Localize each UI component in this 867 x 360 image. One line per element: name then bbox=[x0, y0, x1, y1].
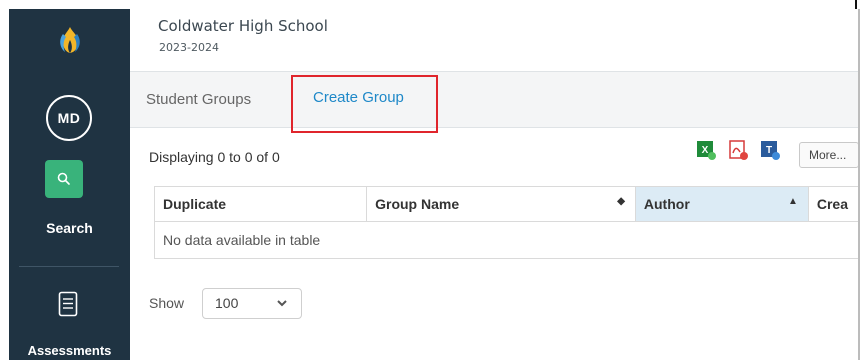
avatar-initials: MD bbox=[57, 110, 81, 126]
sort-asc-icon: ▲ bbox=[787, 196, 798, 207]
sort-both-icon: ◆ bbox=[617, 196, 625, 207]
column-duplicate-label: Duplicate bbox=[163, 196, 227, 212]
table-row: No data available in table bbox=[154, 221, 859, 259]
column-group-name-label: Group Name bbox=[375, 196, 460, 212]
window-edge bbox=[858, 9, 860, 360]
column-created[interactable]: Crea bbox=[807, 186, 860, 222]
search-icon bbox=[57, 172, 70, 185]
school-name: Coldwater High School bbox=[158, 17, 328, 35]
excel-icon[interactable]: X bbox=[695, 139, 717, 161]
display-count: Displaying 0 to 0 of 0 bbox=[149, 149, 280, 165]
column-group-name[interactable]: Group Name ◆ bbox=[366, 186, 636, 222]
pdf-icon[interactable] bbox=[727, 139, 749, 161]
user-avatar[interactable]: MD bbox=[46, 95, 92, 141]
tab-bar: Student Groups Create Group bbox=[130, 72, 858, 128]
export-icons: X T bbox=[695, 139, 781, 161]
school-year: 2023-2024 bbox=[159, 41, 219, 54]
table-header-row: Duplicate Group Name ◆ Author ▲ Crea bbox=[153, 186, 860, 222]
column-author[interactable]: Author ▲ bbox=[634, 186, 809, 222]
show-label: Show bbox=[149, 295, 185, 311]
sidebar: MD Search Assessments bbox=[9, 9, 130, 360]
groups-table: Duplicate Group Name ◆ Author ▲ Crea No da… bbox=[153, 186, 860, 259]
empty-table-message: No data available in table bbox=[154, 221, 859, 259]
column-duplicate[interactable]: Duplicate bbox=[153, 186, 368, 222]
chevron-down-icon bbox=[277, 300, 287, 307]
tab-student-groups[interactable]: Student Groups bbox=[146, 91, 251, 108]
sidebar-item-assessments-label[interactable]: Assessments bbox=[9, 343, 130, 358]
highlight-box bbox=[291, 75, 438, 133]
search-nav-button[interactable] bbox=[45, 160, 83, 198]
svg-text:T: T bbox=[766, 145, 772, 156]
window-edge-tick bbox=[855, 0, 857, 9]
page-size-select[interactable]: 100 bbox=[202, 288, 302, 319]
document-icon[interactable] bbox=[58, 291, 78, 317]
svg-text:X: X bbox=[702, 145, 709, 156]
logo[interactable] bbox=[9, 9, 130, 71]
sidebar-item-search-label[interactable]: Search bbox=[9, 220, 130, 236]
page-size-value: 100 bbox=[215, 295, 239, 311]
sidebar-divider bbox=[19, 266, 119, 267]
column-created-label: Crea bbox=[816, 196, 848, 212]
page-header: Coldwater High School 2023-2024 bbox=[130, 9, 858, 72]
flame-logo-icon bbox=[59, 27, 80, 53]
column-author-label: Author bbox=[643, 196, 690, 212]
text-export-icon[interactable]: T bbox=[759, 139, 781, 161]
more-button[interactable]: More... bbox=[799, 142, 859, 168]
